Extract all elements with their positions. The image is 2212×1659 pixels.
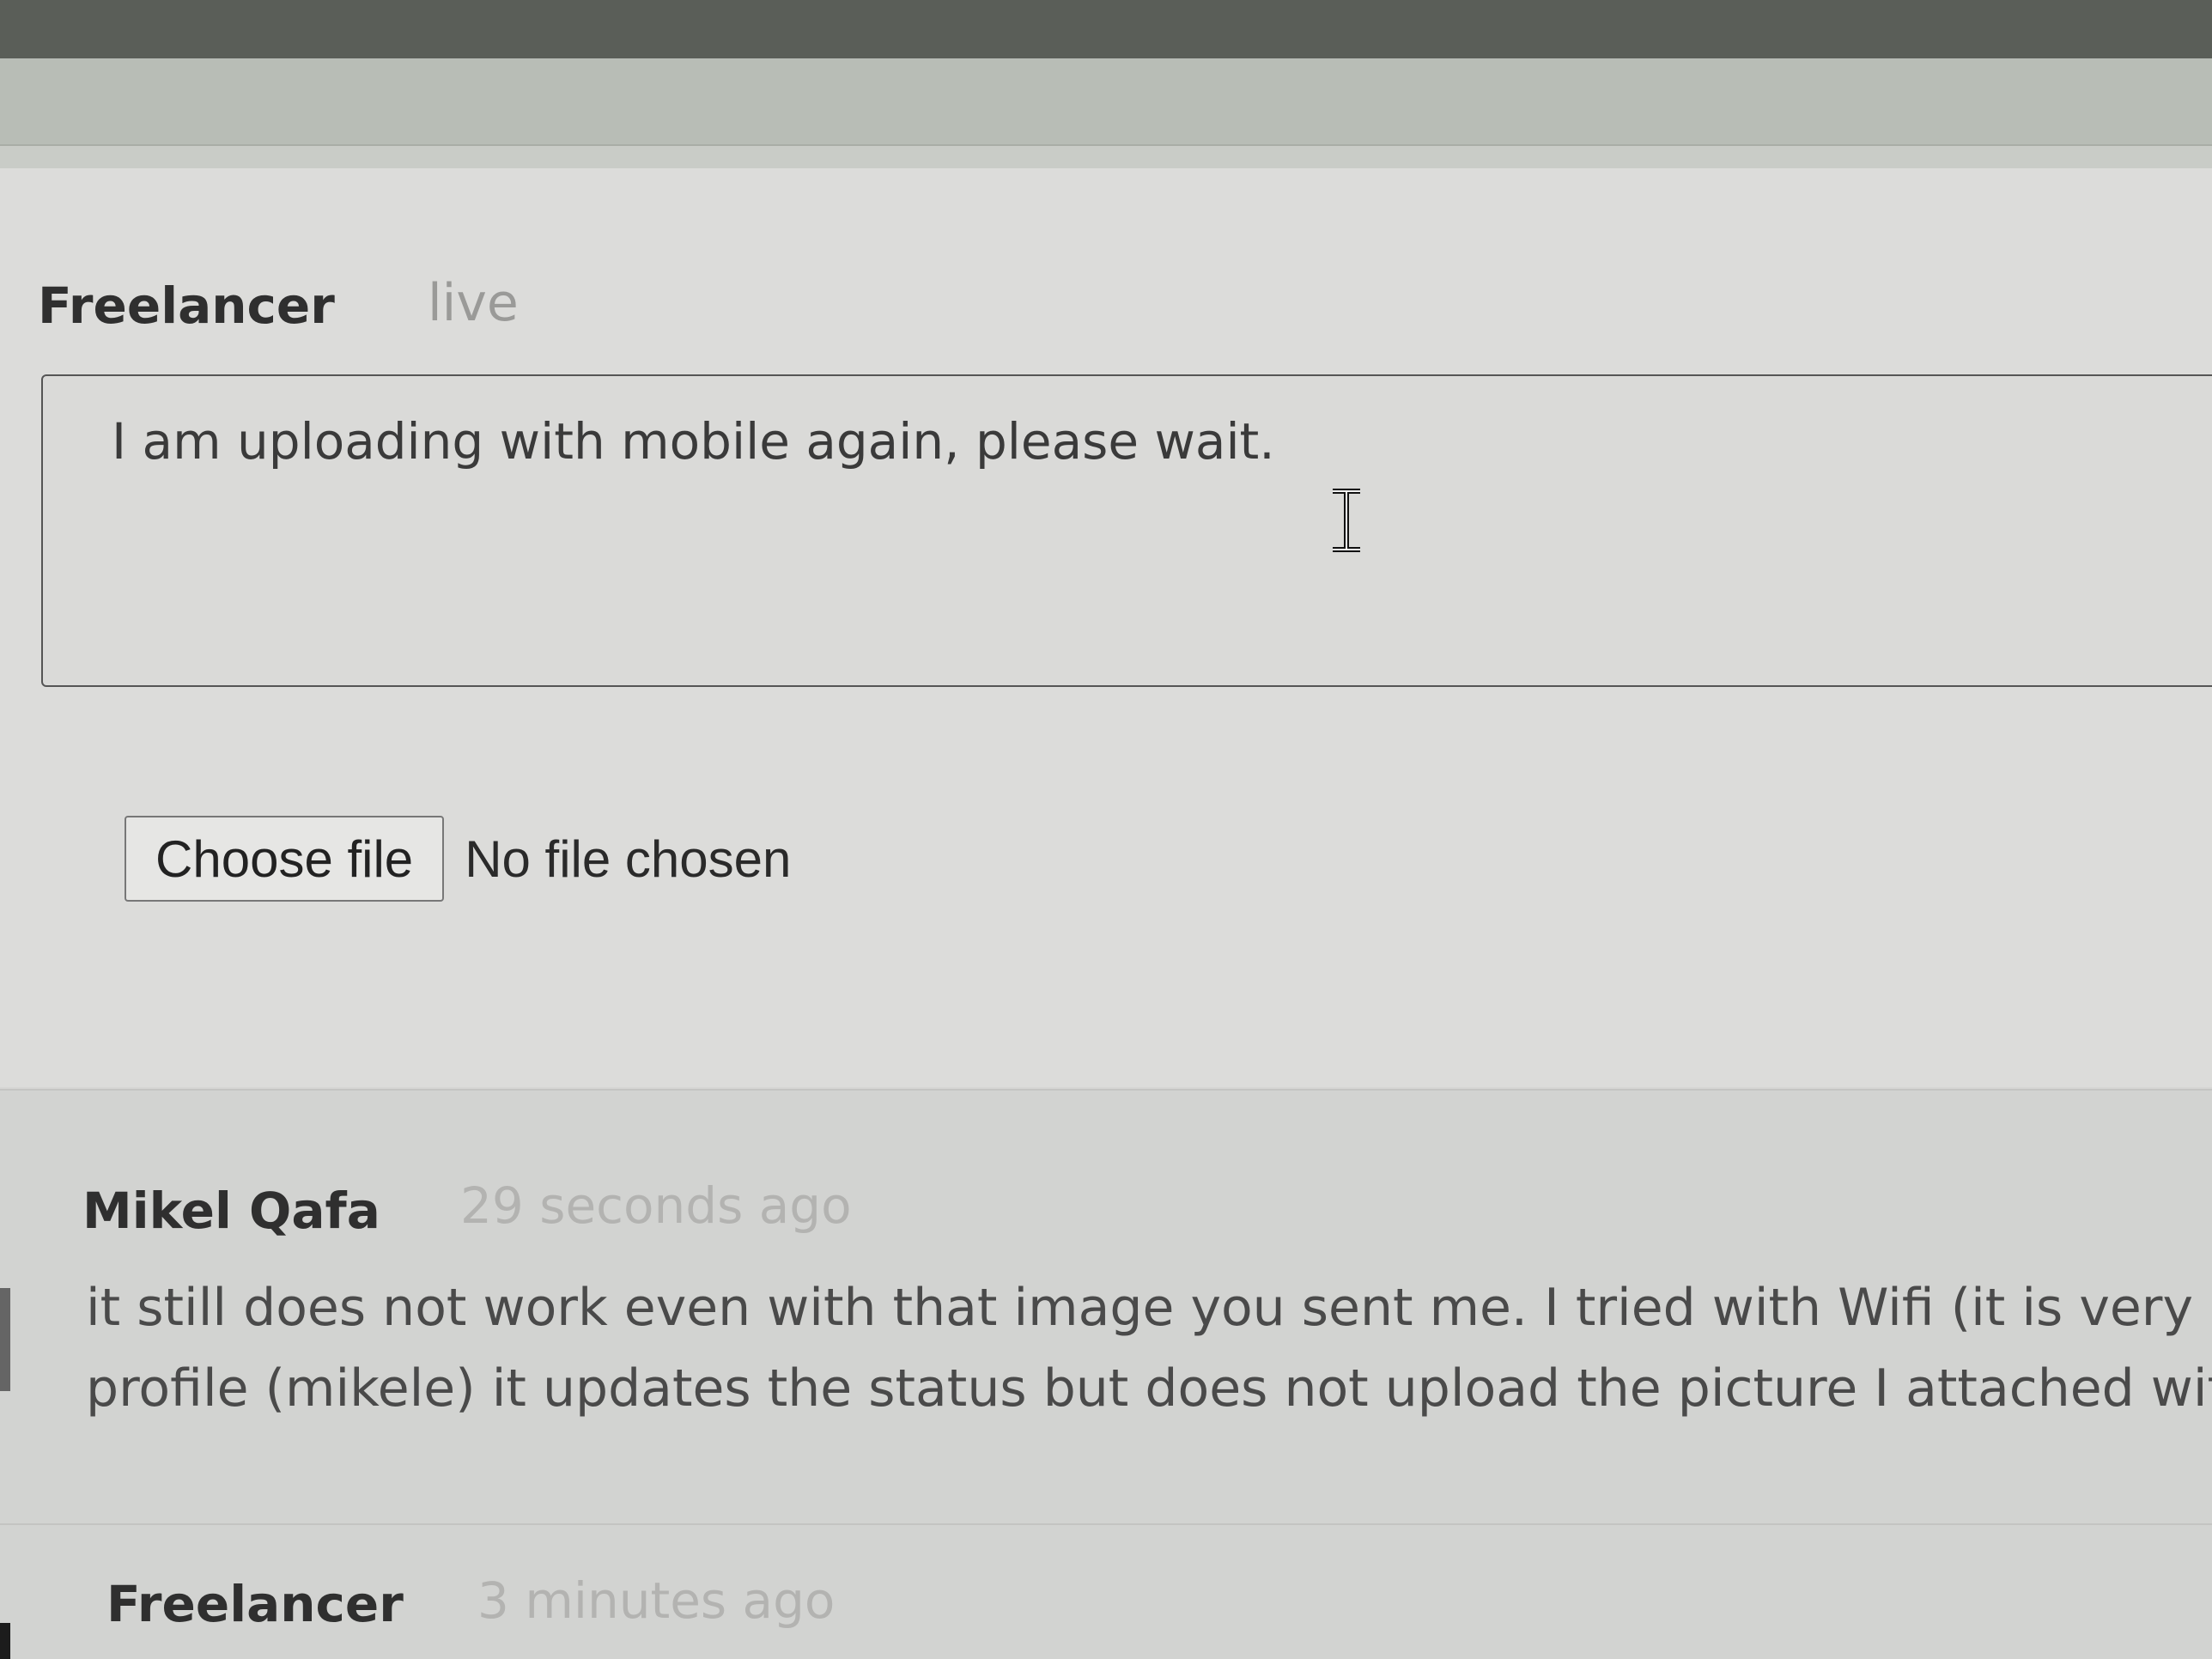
top-bar bbox=[0, 0, 2212, 58]
comment-author: Freelancer bbox=[106, 1575, 404, 1633]
text-cursor-icon bbox=[1333, 489, 1360, 552]
comment-text-line-1: it still does not work even with that im… bbox=[86, 1278, 2212, 1338]
comment-time: 29 seconds ago bbox=[460, 1176, 852, 1235]
left-edge-shadow bbox=[0, 1623, 10, 1659]
file-input[interactable]: Choose file No file chosen bbox=[125, 816, 791, 902]
header-band bbox=[0, 58, 2212, 144]
composer-status: live bbox=[428, 273, 519, 333]
header-edge bbox=[0, 144, 2212, 170]
choose-file-button[interactable]: Choose file bbox=[125, 816, 445, 902]
comment-time: 3 minutes ago bbox=[477, 1571, 836, 1630]
comment-text-line-2: profile (mikele) it updates the status b… bbox=[86, 1358, 2212, 1419]
composer-author: Freelancer bbox=[38, 276, 335, 335]
file-status-text: No file chosen bbox=[465, 830, 792, 888]
comment-author: Mikel Qafa bbox=[82, 1182, 380, 1240]
left-edge-shadow bbox=[0, 1288, 10, 1391]
message-textarea[interactable]: I am uploading with mobile again, please… bbox=[41, 374, 2212, 687]
